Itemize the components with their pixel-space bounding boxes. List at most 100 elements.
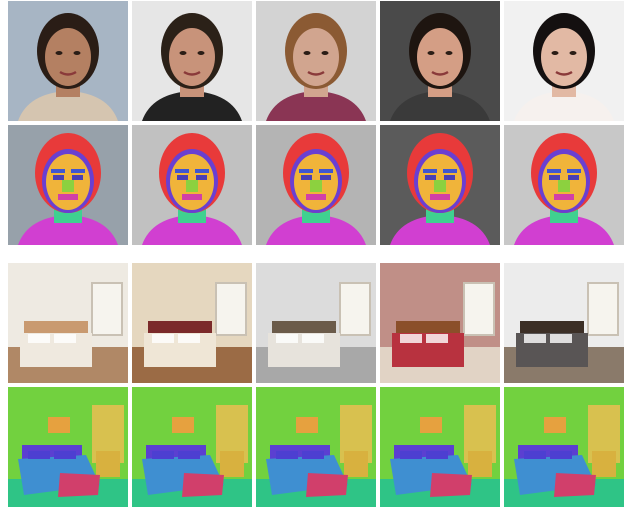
furniture-region [468,451,492,477]
pillow-region [276,451,298,459]
nose-region [434,180,446,192]
face-photo-5 [504,1,624,121]
right-eye-region [568,175,579,180]
face-segmentation-4 [380,125,500,245]
picture-region [544,417,566,433]
pillow [54,334,76,343]
pillow [400,334,422,343]
left-eye [427,51,435,55]
right-eye [321,51,329,55]
window [215,282,247,336]
pillow-region [400,451,422,459]
face [541,28,587,86]
nose-region [558,180,570,192]
face [169,28,215,86]
bedroom-segmentation-4 [380,387,500,507]
picture-region [48,417,70,433]
bedroom-segmentation-3 [256,387,376,507]
pillow [152,334,174,343]
window [91,282,123,336]
pillow-region [302,451,324,459]
face-photo-3 [256,1,376,121]
face-segmentation-1 [8,125,128,245]
left-eye-region [301,175,312,180]
pillow-region [28,451,50,459]
blanket-region [182,473,224,497]
pillow [302,334,324,343]
face-photo-2 [132,1,252,121]
pillow-region [178,451,200,459]
mouth-region [554,194,574,200]
pillow [276,334,298,343]
left-eye-region [549,175,560,180]
left-eye [551,51,559,55]
left-eye-region [53,175,64,180]
picture-region [296,417,318,433]
left-brow-region [51,169,65,173]
right-eye-region [72,175,83,180]
furniture-region [592,451,616,477]
bedroom-photo-3 [256,263,376,383]
left-eye [179,51,187,55]
right-eye-region [320,175,331,180]
right-brow-region [443,169,457,173]
picture-region [172,417,194,433]
blanket-region [306,473,348,497]
pillow-region [152,451,174,459]
faces-grid [8,1,624,245]
furniture-region [220,451,244,477]
left-eye-region [425,175,436,180]
pillow [524,334,546,343]
face-segmentation-5 [504,125,624,245]
window [587,282,619,336]
bedroom-photo-4 [380,263,500,383]
pillow-region [524,451,546,459]
face-photo-4 [380,1,500,121]
mouth-region [182,194,202,200]
right-brow-region [319,169,333,173]
bedroom-photo-1 [8,263,128,383]
face-segmentation-2 [132,125,252,245]
left-brow-region [175,169,189,173]
right-eye [445,51,453,55]
right-eye [569,51,577,55]
bedroom-photo-2 [132,263,252,383]
left-brow-region [547,169,561,173]
right-brow-region [195,169,209,173]
face [293,28,339,86]
right-eye [197,51,205,55]
right-brow-region [71,169,85,173]
pillow-region [550,451,572,459]
bedroom-segmentation-5 [504,387,624,507]
right-brow-region [567,169,581,173]
face [45,28,91,86]
pillow-region [54,451,76,459]
segmentation-figure [0,0,632,511]
face-segmentation-3 [256,125,376,245]
pillow-region [426,451,448,459]
picture-region [420,417,442,433]
pillow [28,334,50,343]
mouth-region [306,194,326,200]
face-photo-1 [8,1,128,121]
bedroom-segmentation-2 [132,387,252,507]
blanket-region [58,473,100,497]
left-brow-region [423,169,437,173]
furniture-region [96,451,120,477]
right-eye-region [196,175,207,180]
left-eye [303,51,311,55]
bedroom-photo-5 [504,263,624,383]
window [463,282,495,336]
pillow [178,334,200,343]
right-eye [73,51,81,55]
blanket-region [554,473,596,497]
left-eye-region [177,175,188,180]
bedrooms-grid [8,263,624,507]
left-brow-region [299,169,313,173]
mouth-region [58,194,78,200]
right-eye-region [444,175,455,180]
pillow [426,334,448,343]
furniture-region [344,451,368,477]
nose-region [62,180,74,192]
mouth-region [430,194,450,200]
